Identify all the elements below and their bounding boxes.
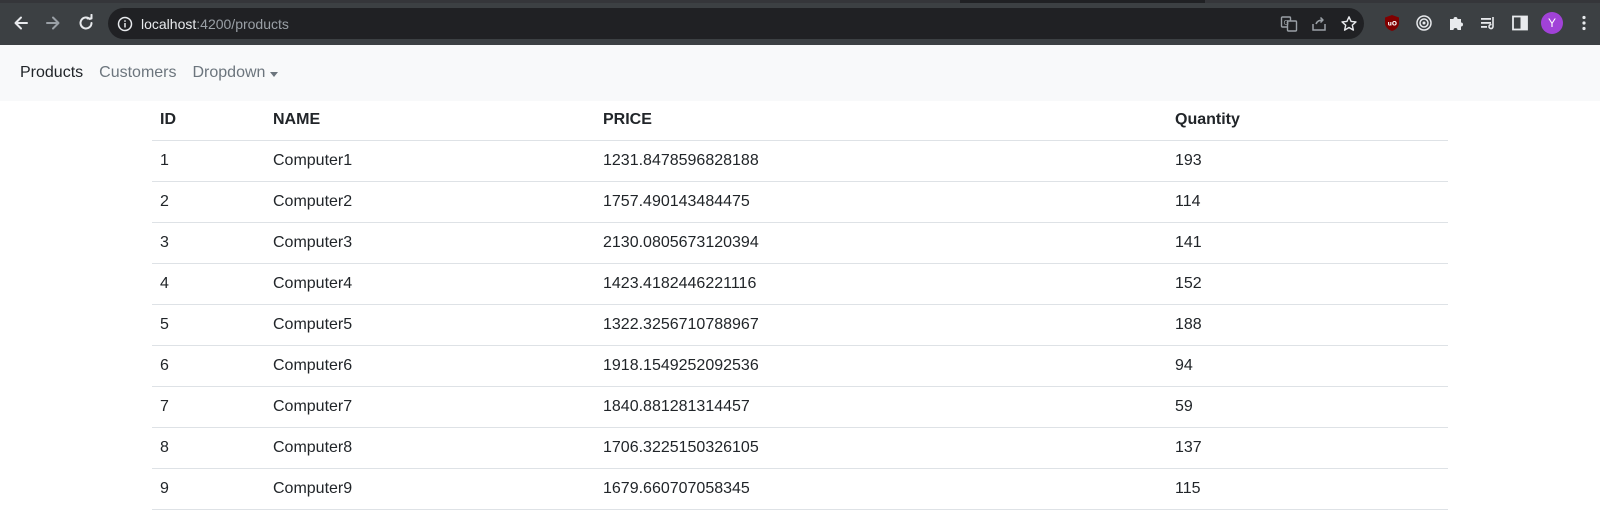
table-body: 1 Computer1 1231.8478596828188 193 2 Com… [152,140,1448,510]
url-host: localhost [141,15,197,32]
cell-price: 1840.881281314457 [595,386,1167,428]
cell-price: 1231.8478596828188 [595,140,1167,182]
url-text[interactable]: localhost:4200/products [141,16,289,32]
avatar: Y [1541,12,1563,34]
tab-strip-edge [0,0,1600,3]
cell-name: Computer1 [265,140,595,182]
share-icon[interactable] [1310,15,1328,33]
table-header: ID NAME PRICE Quantity [152,101,1448,141]
address-bar[interactable]: localhost:4200/products G [108,8,1364,39]
svg-text:uO: uO [1388,21,1397,28]
table-header-row: ID NAME PRICE Quantity [152,101,1448,141]
table-row: 5 Computer5 1322.3256710788967 188 [152,304,1448,346]
cell-name: Computer3 [265,222,595,264]
url-path: :4200/products [196,15,289,32]
profile-button[interactable]: Y [1536,8,1568,38]
target-extension-button[interactable] [1408,8,1440,38]
table-row: 7 Computer7 1840.881281314457 59 [152,386,1448,428]
back-button[interactable] [6,8,36,38]
cell-quantity: 115 [1167,468,1448,510]
table-row: 9 Computer9 1679.660707058345 115 [152,468,1448,510]
forward-icon [46,16,60,30]
info-icon[interactable] [117,16,133,32]
cell-id: 5 [152,304,265,346]
header-id: ID [152,101,265,141]
reading-list-icon [1481,17,1494,30]
nav-customers[interactable]: Customers [99,64,176,82]
side-panel-button[interactable] [1504,8,1536,38]
nav-dropdown-label: Dropdown [192,64,266,81]
cell-price: 1679.660707058345 [595,468,1167,510]
cell-id: 2 [152,181,265,223]
cell-id: 9 [152,468,265,510]
cell-quantity: 152 [1167,263,1448,305]
cell-quantity: 188 [1167,304,1448,346]
cell-quantity: 137 [1167,427,1448,469]
cell-name: Computer8 [265,427,595,469]
table-row: 2 Computer2 1757.490143484475 114 [152,181,1448,223]
cell-id: 8 [152,427,265,469]
cell-quantity: 193 [1167,140,1448,182]
cell-quantity: 94 [1167,345,1448,387]
forward-button[interactable] [38,8,68,38]
header-price: PRICE [595,101,1167,141]
menu-kebab-icon [1582,15,1586,31]
table-row: 1 Computer1 1231.8478596828188 193 [152,140,1448,182]
back-icon [14,16,28,30]
svg-text:G: G [1284,19,1289,27]
cell-name: Computer2 [265,181,595,223]
ublock-icon: uO [1385,15,1399,31]
products-table: ID NAME PRICE Quantity 1 Computer1 1231.… [152,101,1448,510]
nav-products[interactable]: Products [20,64,83,82]
browser-toolbar: localhost:4200/products G uO Y [0,0,1600,45]
cell-price: 1757.490143484475 [595,181,1167,223]
cell-name: Computer6 [265,345,595,387]
table-row: 6 Computer6 1918.1549252092536 94 [152,345,1448,387]
products-table-container: ID NAME PRICE Quantity 1 Computer1 1231.… [152,101,1448,510]
cell-price: 1706.3225150326105 [595,427,1167,469]
cell-name: Computer7 [265,386,595,428]
cell-name: Computer5 [265,304,595,346]
cell-price: 1918.1549252092536 [595,345,1167,387]
reading-list-button[interactable] [1472,8,1504,38]
cell-price: 1423.4182446221116 [595,263,1167,305]
bookmark-star-icon[interactable] [1340,15,1358,33]
nav-dropdown[interactable]: Dropdown [193,64,279,82]
table-row: 4 Computer4 1423.4182446221116 152 [152,263,1448,305]
omnibox-actions: G [1280,8,1358,39]
table-row: 3 Computer3 2130.0805673120394 141 [152,222,1448,264]
table-row: 8 Computer8 1706.3225150326105 137 [152,427,1448,469]
cell-id: 4 [152,263,265,305]
extensions-area: uO Y [1376,8,1600,38]
ublock-button[interactable]: uO [1376,8,1408,38]
reload-button[interactable] [71,8,101,38]
cell-name: Computer4 [265,263,595,305]
cell-id: 1 [152,140,265,182]
app-navbar: Products Customers Dropdown [0,45,1600,101]
cell-id: 3 [152,222,265,264]
target-extension-icon [1416,15,1432,31]
cell-id: 6 [152,345,265,387]
header-name: NAME [265,101,595,141]
cell-quantity: 59 [1167,386,1448,428]
extensions-puzzle-icon [1450,17,1463,30]
cell-quantity: 141 [1167,222,1448,264]
cell-name: Computer9 [265,468,595,510]
cell-price: 1322.3256710788967 [595,304,1167,346]
caret-down-icon [270,71,279,77]
cell-quantity: 114 [1167,181,1448,223]
browser-menu-button[interactable] [1568,8,1600,38]
reload-icon [79,14,93,30]
cell-id: 7 [152,386,265,428]
extensions-button[interactable] [1440,8,1472,38]
header-quantity: Quantity [1167,101,1448,141]
cell-price: 2130.0805673120394 [595,222,1167,264]
side-panel-icon [1512,15,1528,31]
translate-icon[interactable]: G [1280,15,1298,33]
